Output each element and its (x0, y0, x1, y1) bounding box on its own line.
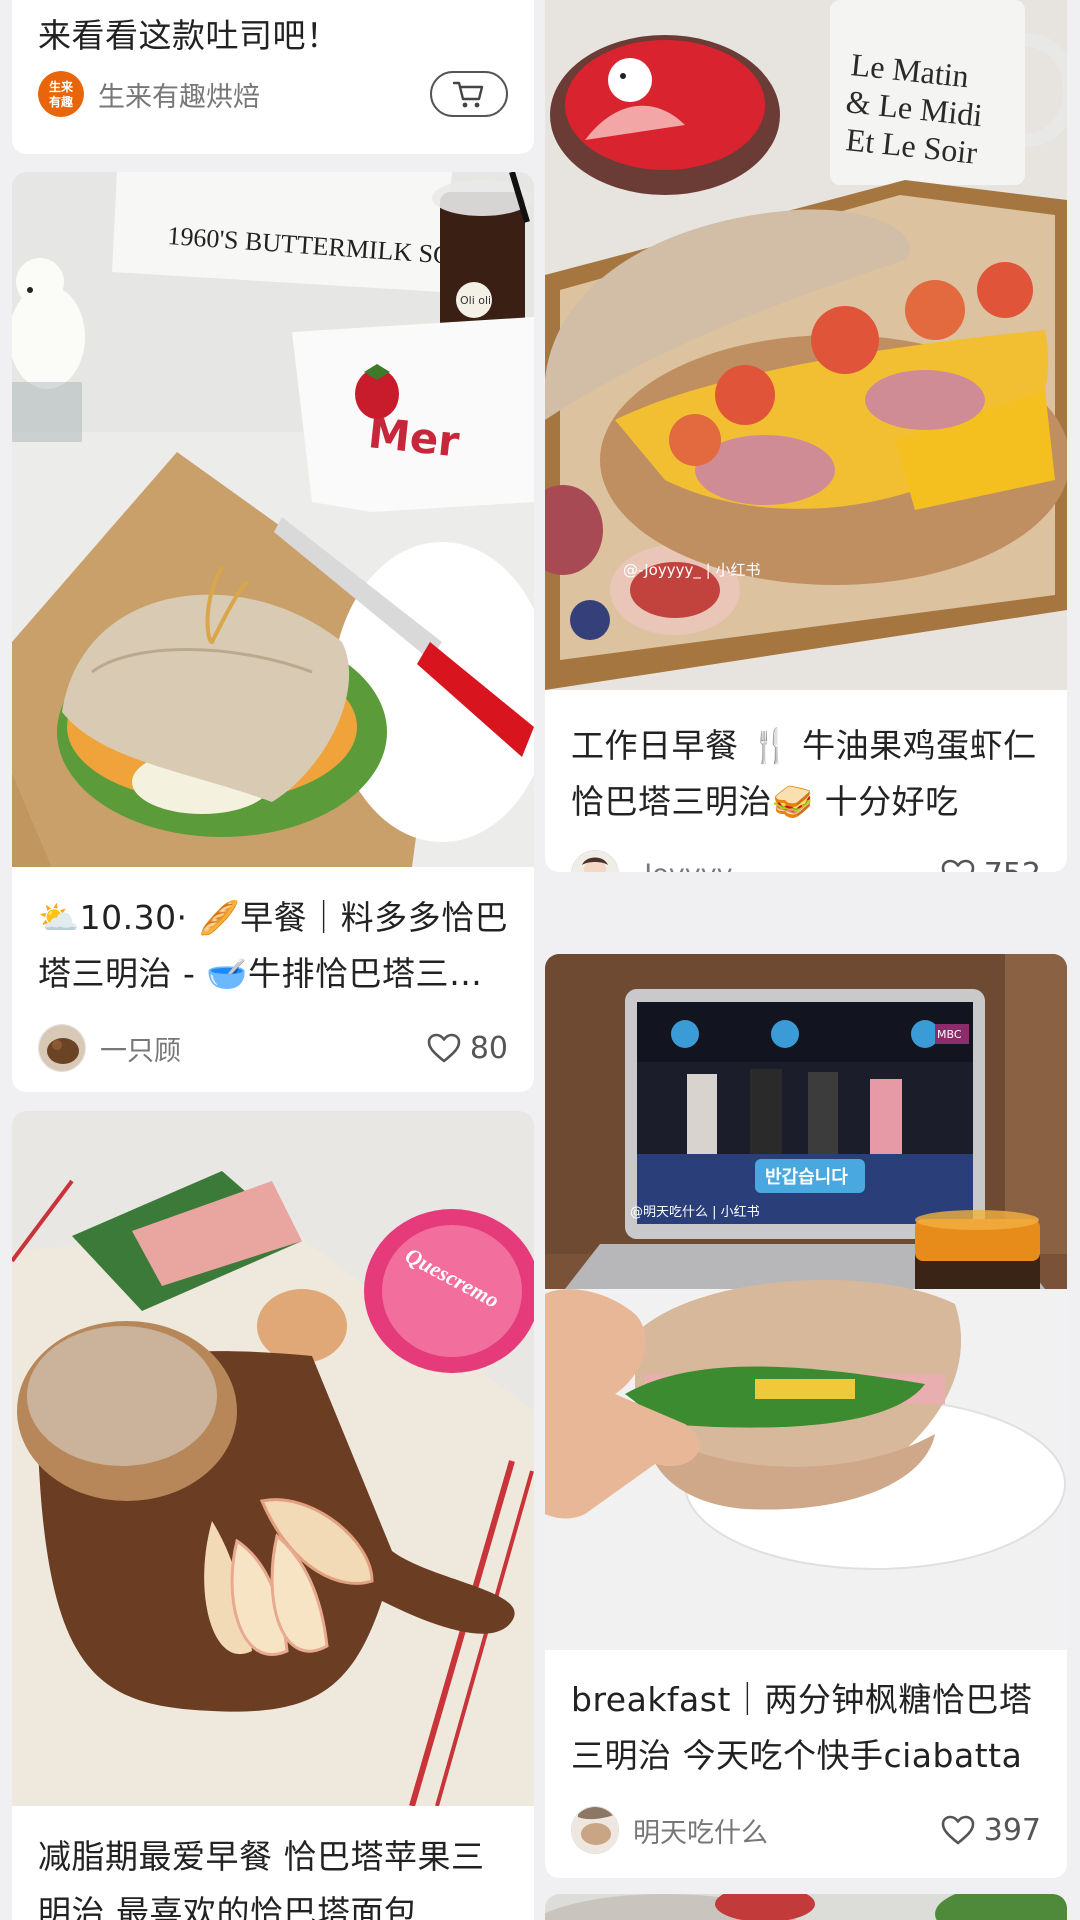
note-card[interactable]: 1960'S BUTTERMILK SCO Oli oli Mer ⛅10.30… (12, 172, 534, 1092)
heart-outline-icon (427, 1033, 461, 1063)
like-count: 80 (469, 1030, 508, 1066)
note-cover-image[interactable]: Le Matin & Le Midi Et Le Soir @-Joyyyy_ … (545, 0, 1067, 690)
note-title[interactable]: 工作日早餐 🍴 牛油果鸡蛋虾仁恰巴塔三明治🥪 十分好吃 (571, 718, 1045, 830)
note-cover-image[interactable]: 1960'S BUTTERMILK SCO Oli oli Mer (12, 172, 534, 867)
like-button[interactable]: 397 (940, 1813, 1041, 1848)
note-footer: 生来 有趣 生来有趣烘焙 (38, 70, 508, 118)
note-card[interactable]: 来看看这款吐司吧！ 生来 有趣 生来有趣烘焙 (12, 0, 534, 154)
note-card[interactable]: Quescremo 减脂期最爱早餐 恰巴塔苹果三明治 最喜欢的恰巴塔面包 (12, 1111, 534, 1920)
author-name[interactable]: -Joyyyy_ (633, 859, 940, 873)
like-count: 397 (983, 1812, 1041, 1848)
note-feed: 来看看这款吐司吧！ 生来 有趣 生来有趣烘焙 1960'S BUTTERMILK… (0, 0, 1080, 1920)
shopping-cart-icon (452, 81, 484, 108)
note-cover-image[interactable]: Quescremo (12, 1111, 534, 1806)
note-footer: -Joyyyy_ 752 (571, 850, 1041, 872)
author-avatar[interactable] (571, 1806, 619, 1854)
author-avatar[interactable]: 生来 有趣 (38, 71, 84, 117)
author-avatar[interactable] (38, 1024, 86, 1072)
note-cover-image[interactable] (545, 1894, 1067, 1920)
note-cover-image[interactable]: MBC 반갑습니다 @明天吃什么 | 小红书 (545, 954, 1067, 1650)
author-name[interactable]: 一只顾 (100, 1029, 426, 1068)
photo-watermark: @-Joyyyy_ | 小红书 (623, 561, 760, 580)
avatar-brand-text: 生来 (49, 79, 74, 94)
like-button[interactable]: 80 (426, 1031, 508, 1066)
heart-outline-icon (941, 859, 975, 872)
note-card[interactable]: MBC 반갑습니다 @明天吃什么 | 小红书 breakfast｜两分钟枫糖恰巴… (545, 954, 1067, 1878)
photo-watermark: @明天吃什么 | 小红书 (630, 1204, 760, 1220)
like-count: 752 (984, 857, 1041, 873)
svg-text:有趣: 有趣 (49, 94, 74, 109)
cart-button[interactable] (430, 71, 508, 117)
note-footer: 一只顾 80 (38, 1024, 508, 1072)
author-name[interactable]: 明天吃什么 (633, 1811, 940, 1850)
note-title[interactable]: ⛅10.30· 🥖早餐｜料多多恰巴塔三明治 - 🥣牛排恰巴塔三明治 (38, 890, 512, 1002)
note-title[interactable]: 减脂期最爱早餐 恰巴塔苹果三明治 最喜欢的恰巴塔面包 (38, 1829, 512, 1920)
note-title[interactable]: breakfast｜两分钟枫糖恰巴塔三明治 今天吃个快手ciabatta (571, 1672, 1045, 1784)
like-button[interactable]: 752 (940, 857, 1041, 873)
heart-outline-icon (941, 1815, 975, 1845)
photo-text-cup: Oli oli (460, 294, 491, 307)
author-avatar[interactable] (571, 850, 619, 872)
author-name[interactable]: 生来有趣烘焙 (98, 75, 430, 114)
photo-text-tv-logo: MBC (937, 1028, 962, 1041)
note-card[interactable] (545, 1894, 1067, 1920)
note-card[interactable]: Le Matin & Le Midi Et Le Soir @-Joyyyy_ … (545, 0, 1067, 872)
note-footer: 明天吃什么 397 (571, 1806, 1041, 1854)
note-title: 来看看这款吐司吧！ (38, 16, 340, 55)
photo-text-caption: 반갑습니다 (765, 1167, 848, 1188)
